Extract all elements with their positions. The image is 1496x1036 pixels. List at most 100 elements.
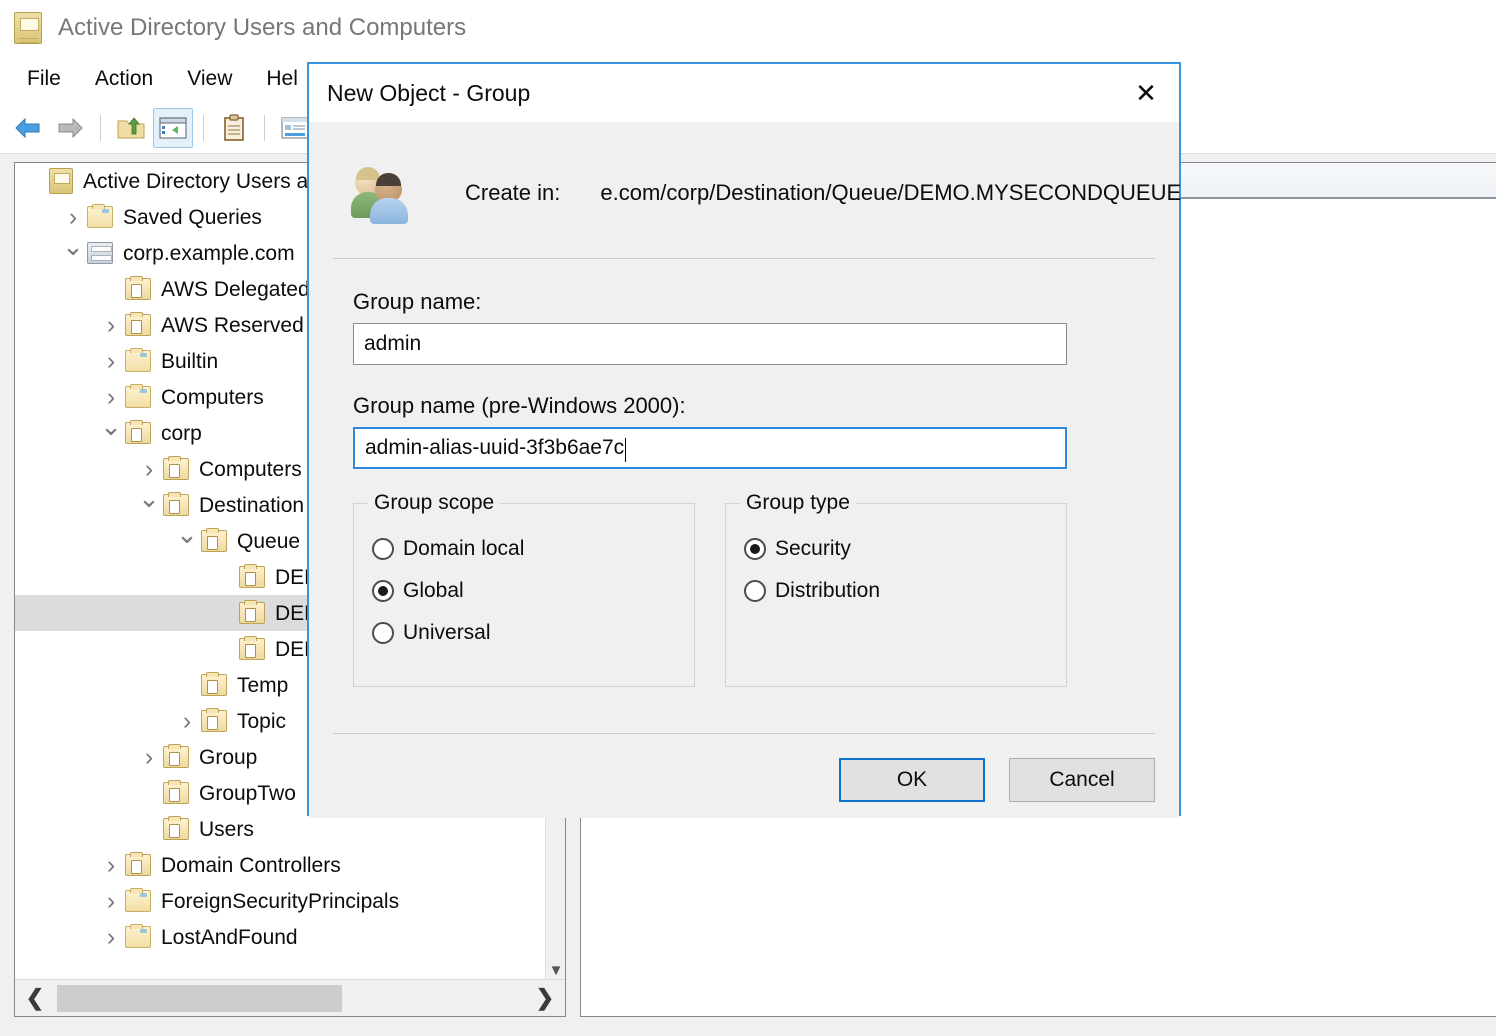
folder-icon <box>125 350 151 372</box>
forward-icon[interactable] <box>50 108 90 148</box>
chevron-right-icon[interactable] <box>135 457 163 482</box>
create-in-row: Create in: e.com/corp/Destination/Queue/… <box>309 122 1179 222</box>
chevron-right-icon[interactable] <box>173 709 201 734</box>
menu-item-view[interactable]: View <box>170 63 249 95</box>
ou-icon <box>163 458 189 480</box>
tree-item[interactable]: LostAndFound <box>15 919 545 955</box>
radio-icon <box>744 580 766 602</box>
scroll-down-icon[interactable]: ▼ <box>546 960 566 980</box>
group-options-row: Group scope Domain local Global Universa… <box>309 503 1179 687</box>
console-book-icon <box>14 12 42 44</box>
tree-item[interactable]: ForeignSecurityPrincipals <box>15 883 545 919</box>
close-icon[interactable]: ✕ <box>1113 64 1179 122</box>
chevron-right-icon[interactable] <box>97 349 125 374</box>
radio-label: Universal <box>403 621 491 645</box>
main-window: Active Directory Users and Computers Fil… <box>0 0 1496 1036</box>
menu-item-action[interactable]: Action <box>78 63 170 95</box>
text-caret <box>625 438 626 462</box>
chevron-right-icon[interactable] <box>97 925 125 950</box>
menu-item-file[interactable]: File <box>10 63 78 95</box>
tree-item-label: Temp <box>237 675 288 696</box>
ou-icon <box>125 422 151 444</box>
console-icon <box>49 168 73 194</box>
cancel-button[interactable]: Cancel <box>1009 758 1155 802</box>
tree-item-label: Topic <box>237 711 286 732</box>
ou-icon <box>239 638 265 660</box>
scroll-right-icon[interactable]: ❯ <box>525 980 565 1017</box>
group-name-field-block: Group name: admin <box>309 289 1179 365</box>
tree-item-label: Destination <box>199 495 304 516</box>
ou-icon <box>125 314 151 336</box>
show-hide-tree-icon[interactable] <box>153 108 193 148</box>
tree-item-label: Domain Controllers <box>161 855 341 876</box>
radio-icon <box>744 538 766 560</box>
group-name-value: admin <box>364 332 421 356</box>
toolbar-separator <box>264 115 265 141</box>
menu-item-help[interactable]: Hel <box>249 63 315 95</box>
tree-item-label: corp.example.com <box>123 243 295 264</box>
chevron-right-icon[interactable] <box>135 745 163 770</box>
folder-icon <box>125 926 151 948</box>
tree-item[interactable]: Domain Controllers <box>15 847 545 883</box>
chevron-right-icon[interactable] <box>97 385 125 410</box>
tree-item-label: Saved Queries <box>123 207 262 228</box>
folder-icon <box>125 890 151 912</box>
ou-icon <box>163 746 189 768</box>
ou-icon <box>201 530 227 552</box>
up-folder-icon[interactable] <box>111 108 151 148</box>
radio-label: Security <box>775 537 851 561</box>
properties-clipboard-icon[interactable] <box>214 108 254 148</box>
ok-button[interactable]: OK <box>839 758 985 802</box>
domain-icon <box>87 242 113 264</box>
back-icon[interactable] <box>8 108 48 148</box>
chevron-right-icon[interactable] <box>97 313 125 338</box>
chevron-right-icon[interactable] <box>59 205 87 230</box>
pre2000-field-block: Group name (pre-Windows 2000): admin-ali… <box>309 393 1179 469</box>
tree-item-label: LostAndFound <box>161 927 298 948</box>
ou-icon <box>163 782 189 804</box>
dialog-body: Create in: e.com/corp/Destination/Queue/… <box>309 122 1179 818</box>
scroll-thumb[interactable] <box>57 985 342 1012</box>
window-title: Active Directory Users and Computers <box>58 14 466 42</box>
toolbar-separator <box>100 115 101 141</box>
chevron-down-icon[interactable] <box>97 420 125 446</box>
tree-item-label: AWS Reserved <box>161 315 304 336</box>
ou-icon <box>201 674 227 696</box>
create-in-path: e.com/corp/Destination/Queue/DEMO.MYSECO… <box>600 180 1181 206</box>
ou-icon <box>239 566 265 588</box>
pre2000-label: Group name (pre-Windows 2000): <box>353 393 1135 419</box>
tree-item-label: Queue <box>237 531 300 552</box>
group-type-title: Group type <box>740 491 856 515</box>
radio-global[interactable]: Global <box>372 570 694 612</box>
radio-security[interactable]: Security <box>744 528 1066 570</box>
radio-universal[interactable]: Universal <box>372 612 694 654</box>
ou-icon <box>201 710 227 732</box>
tree-item-label: Users <box>199 819 254 840</box>
group-type-box: Group type Security Distribution <box>725 503 1067 687</box>
create-in-label: Create in: <box>465 180 560 206</box>
scroll-left-icon[interactable]: ❮ <box>15 980 55 1017</box>
dialog-button-row: OK Cancel <box>839 758 1155 802</box>
ou-icon <box>163 494 189 516</box>
group-name-input[interactable]: admin <box>353 323 1067 365</box>
group-people-icon <box>351 164 413 222</box>
tree-item-label: corp <box>161 423 202 444</box>
chevron-down-icon[interactable] <box>59 240 87 266</box>
chevron-down-icon[interactable] <box>173 528 201 554</box>
tree-item-label: Group <box>199 747 257 768</box>
dialog-separator-bottom <box>333 733 1155 734</box>
tree-item-label: GroupTwo <box>199 783 296 804</box>
tree-horizontal-scrollbar[interactable]: ❮ ❯ <box>15 979 565 1016</box>
radio-domain-local[interactable]: Domain local <box>372 528 694 570</box>
radio-distribution[interactable]: Distribution <box>744 570 1066 612</box>
ou-icon <box>239 602 265 624</box>
chevron-right-icon[interactable] <box>97 853 125 878</box>
ou-icon <box>125 278 151 300</box>
chevron-down-icon[interactable] <box>135 492 163 518</box>
pre2000-input[interactable]: admin-alias-uuid-3f3b6ae7c <box>353 427 1067 469</box>
new-object-group-dialog: New Object - Group ✕ Create in: e.com/co… <box>307 62 1181 816</box>
chevron-right-icon[interactable] <box>97 889 125 914</box>
dialog-title-bar: New Object - Group ✕ <box>309 64 1179 122</box>
ou-icon <box>163 818 189 840</box>
radio-icon <box>372 622 394 644</box>
